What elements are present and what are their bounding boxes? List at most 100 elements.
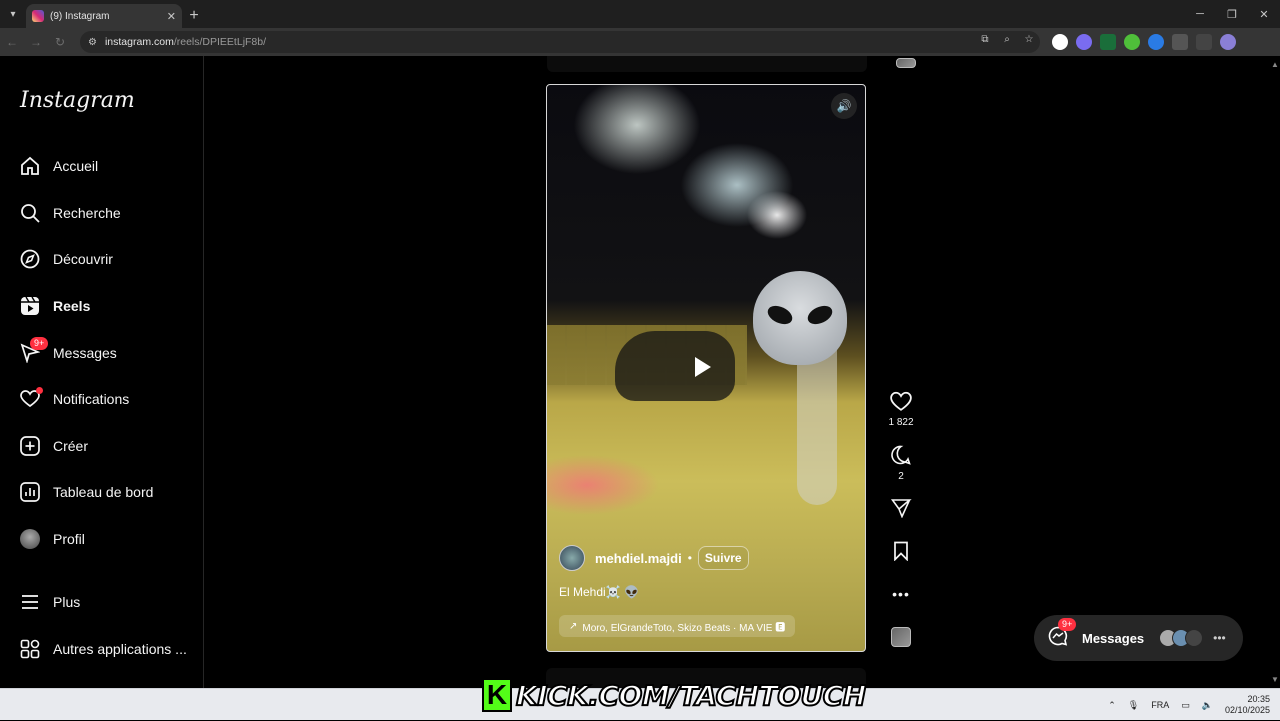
- messages-dock-badge: 9+: [1058, 617, 1077, 631]
- save-action[interactable]: [885, 541, 917, 565]
- top-audio-thumbnail[interactable]: [890, 58, 922, 68]
- author-username[interactable]: mehdiel.majdi: [595, 551, 682, 566]
- more-icon[interactable]: •••: [892, 584, 910, 604]
- browser-toolbar: ← → ↻ ⚙ instagram.com/reels/DPIEEtLjF8b/…: [0, 28, 1280, 56]
- kick-url-text: KICK.COM/TACHTOUCH: [515, 678, 867, 713]
- search-icon: [20, 203, 40, 223]
- separator: •: [687, 551, 692, 565]
- sidebar-item-reels[interactable]: Reels: [20, 294, 90, 318]
- profile-avatar[interactable]: [1220, 34, 1236, 50]
- restore-button[interactable]: ❐: [1216, 0, 1248, 28]
- reel-caption: El Mehdi☠️ 👽: [559, 585, 639, 599]
- sidebar-item-recherche[interactable]: Recherche: [20, 201, 121, 225]
- microphone-icon[interactable]: 🎙: [1128, 700, 1139, 711]
- messages-badge: 9+: [30, 337, 49, 350]
- sidebar-item-plus[interactable]: Plus: [20, 590, 80, 614]
- heart-icon: [20, 387, 43, 409]
- sidebar-item-decouvrir[interactable]: Découvrir: [20, 247, 113, 271]
- likes-count: 1 822: [888, 417, 914, 428]
- sidebar-item-tableau-de-bord[interactable]: Tableau de bord: [20, 480, 153, 504]
- scroll-down-icon[interactable]: ▼: [1271, 675, 1279, 684]
- audio-title: Moro, ElGrandeToto, Skizo Beats · MA VIE…: [582, 622, 786, 634]
- share-action[interactable]: [885, 498, 917, 522]
- network-icon[interactable]: ▭: [1181, 700, 1190, 711]
- page-scrollbar[interactable]: ▲ ▼: [1270, 56, 1280, 688]
- reels-feed: 🔊 mehdiel.majdi • Suivre El Mehdi☠️ 👽 ↗ …: [204, 56, 1270, 688]
- follow-button[interactable]: Suivre: [697, 546, 749, 570]
- sidebar-item-label: Accueil: [53, 158, 99, 174]
- bookmark-star-icon[interactable]: ☆: [1022, 34, 1036, 45]
- clock-time: 20:35: [1247, 694, 1270, 704]
- address-bar[interactable]: ⚙ instagram.com/reels/DPIEEtLjF8b/ ⧉ ⌕ ☆: [80, 31, 1040, 53]
- sidebar-item-creer[interactable]: Créer: [20, 434, 88, 458]
- bookmark-icon[interactable]: [891, 541, 911, 565]
- tab-search-button[interactable]: ▾: [0, 0, 26, 28]
- extension-icon[interactable]: [1100, 34, 1116, 50]
- notification-dot: [36, 387, 43, 394]
- audio-link[interactable]: ↗ Moro, ElGrandeToto, Skizo Beats · MA V…: [559, 615, 796, 637]
- reel-video[interactable]: 🔊 mehdiel.majdi • Suivre El Mehdi☠️ 👽 ↗ …: [546, 84, 866, 652]
- comment-action[interactable]: 2: [885, 445, 917, 482]
- extension-icon[interactable]: [1052, 34, 1068, 50]
- menu-icon: [20, 592, 40, 612]
- reel-author: mehdiel.majdi • Suivre: [559, 545, 749, 571]
- zoom-icon[interactable]: ⌕: [1000, 34, 1014, 45]
- apps-icon: [20, 639, 40, 659]
- sidebar-item-accueil[interactable]: Accueil: [20, 154, 98, 178]
- back-button[interactable]: ←: [0, 35, 24, 49]
- messages-dock-label: Messages: [1082, 630, 1145, 646]
- more-icon[interactable]: •••: [1213, 631, 1226, 645]
- audio-thumbnail: [891, 627, 911, 647]
- like-action[interactable]: 1 822: [885, 391, 917, 428]
- alien-emoji-sticker: [753, 271, 847, 365]
- clock[interactable]: 20:35 02/10/2025: [1225, 694, 1270, 716]
- reload-button[interactable]: ↻: [48, 35, 72, 49]
- extension-icon[interactable]: [1124, 34, 1140, 50]
- sidebar-item-label: Messages: [53, 345, 117, 361]
- new-tab-button[interactable]: +: [182, 4, 206, 28]
- reading-list-icon[interactable]: [1196, 34, 1212, 50]
- audio-thumbnail: [896, 58, 916, 68]
- previous-reel-preview[interactable]: [547, 56, 867, 72]
- volume-icon[interactable]: 🔈: [1202, 700, 1213, 711]
- extensions-puzzle-icon[interactable]: [1172, 34, 1188, 50]
- url-text: instagram.com/reels/DPIEEtLjF8b/: [105, 36, 266, 48]
- sidebar-item-notifications[interactable]: Notifications: [20, 387, 129, 411]
- sidebar-item-label: Recherche: [53, 205, 121, 221]
- site-info-icon[interactable]: ⚙: [88, 37, 97, 48]
- reels-icon: [20, 296, 40, 316]
- sidebar-item-messages[interactable]: 9+ Messages: [20, 337, 117, 365]
- comment-icon[interactable]: [890, 445, 912, 469]
- extension-icon[interactable]: [1148, 34, 1164, 50]
- play-icon[interactable]: [695, 357, 711, 377]
- minimize-button[interactable]: ─: [1184, 0, 1216, 28]
- sidebar-item-label: Tableau de bord: [53, 484, 154, 500]
- compass-icon: [20, 249, 40, 269]
- forward-button[interactable]: →: [24, 35, 48, 49]
- sidebar-item-autres-applications[interactable]: Autres applications ...: [20, 637, 187, 661]
- audio-thumbnail-action[interactable]: [885, 627, 917, 647]
- sidebar-item-profil[interactable]: Profil: [20, 527, 85, 551]
- heart-icon[interactable]: [890, 391, 912, 415]
- extension-icon[interactable]: [1076, 34, 1092, 50]
- more-options-action[interactable]: •••: [885, 584, 917, 604]
- url-domain: instagram.com: [104, 36, 174, 48]
- instagram-logo[interactable]: Instagram: [20, 88, 135, 113]
- messages-dock[interactable]: 9+ Messages •••: [1034, 615, 1243, 661]
- author-avatar[interactable]: [559, 545, 585, 571]
- sound-toggle-button[interactable]: 🔊: [831, 93, 857, 119]
- chevron-up-icon[interactable]: ⌃: [1108, 700, 1116, 711]
- close-window-button[interactable]: ✕: [1248, 0, 1280, 28]
- clock-date: 02/10/2025: [1224, 705, 1270, 715]
- language-indicator[interactable]: FRA: [1151, 700, 1169, 710]
- scroll-up-icon[interactable]: ▲: [1271, 60, 1279, 69]
- close-tab-icon[interactable]: ✕: [167, 10, 176, 23]
- browser-tab[interactable]: (9) Instagram ✕: [26, 4, 182, 28]
- comments-count: 2: [898, 471, 904, 482]
- sidebar-item-label: Découvrir: [53, 251, 113, 267]
- system-tray: ⌃ 🎙 FRA ▭ 🔈 20:35 02/10/2025: [1108, 689, 1270, 721]
- messenger-icon: 9+: [20, 337, 49, 363]
- install-app-icon[interactable]: ⧉: [978, 34, 992, 45]
- send-icon[interactable]: [890, 498, 912, 522]
- kick-stream-overlay: K KICK.COM/TACHTOUCH: [482, 675, 867, 715]
